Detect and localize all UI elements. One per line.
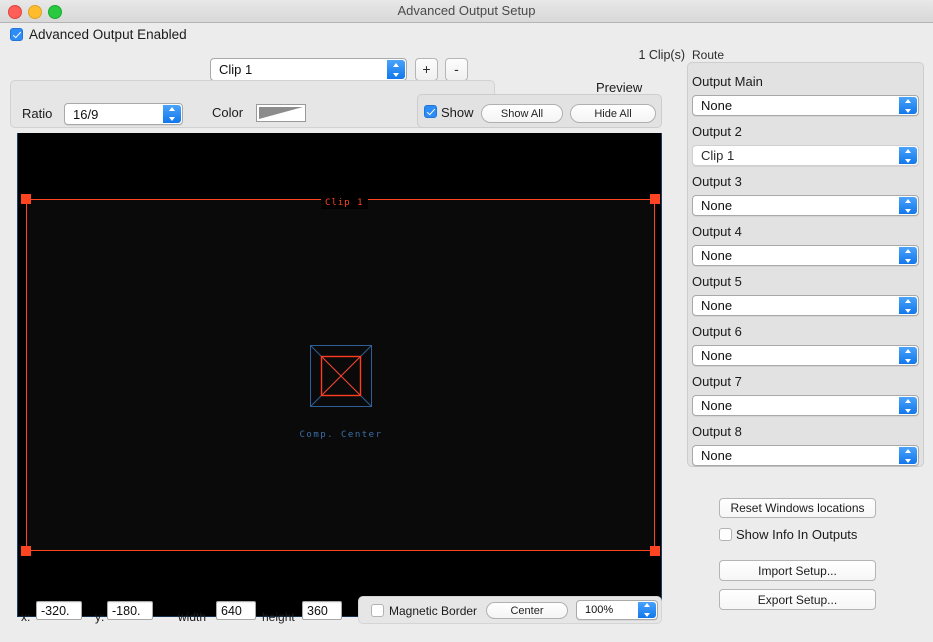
route-output-selector[interactable]: None	[692, 95, 919, 116]
advanced-output-enabled-label: Advanced Output Enabled	[29, 26, 187, 42]
chevron-updown-icon[interactable]	[387, 60, 405, 79]
route-output-value: None	[701, 298, 733, 313]
route-output-label: Output 5	[692, 274, 742, 289]
color-label: Color	[212, 105, 244, 120]
route-output-label: Output 6	[692, 324, 742, 339]
show-info-checkbox[interactable]	[719, 528, 732, 541]
clip-count-label: 1 Clip(s)	[638, 48, 685, 62]
route-output-value: None	[701, 448, 733, 463]
route-output-selector[interactable]: None	[692, 245, 919, 266]
x-input[interactable]: -320.	[36, 601, 82, 620]
center-button[interactable]: Center	[486, 602, 568, 619]
show-info-label: Show Info In Outputs	[736, 527, 858, 542]
color-swatch[interactable]	[256, 104, 306, 122]
comp-center-label: Comp. Center	[299, 430, 383, 440]
route-output-label: Output Main	[692, 74, 763, 89]
route-output-label: Output 3	[692, 174, 742, 189]
route-output-selector[interactable]: None	[692, 445, 919, 466]
height-input[interactable]: 360	[302, 601, 342, 620]
route-output-value: Clip 1	[701, 148, 735, 163]
x-label: x:	[21, 610, 31, 624]
route-output-label: Output 8	[692, 424, 742, 439]
chevron-updown-icon[interactable]	[899, 297, 917, 314]
remove-clip-button[interactable]: -	[445, 58, 468, 81]
ratio-value: 16/9	[73, 106, 99, 122]
reset-windows-button[interactable]: Reset Windows locations	[719, 498, 876, 518]
route-output-selector[interactable]: None	[692, 345, 919, 366]
chevron-updown-icon[interactable]	[638, 602, 656, 618]
advanced-output-setup-window: Advanced Output Setup Advanced Output En…	[0, 0, 933, 642]
preview-group-label: Preview	[596, 80, 643, 95]
route-output-selector[interactable]: None	[692, 395, 919, 416]
width-label: width	[178, 610, 207, 624]
route-output-label: Output 4	[692, 224, 742, 239]
zoom-value: 100%	[585, 603, 614, 616]
comp-center-crosshair-icon	[310, 345, 372, 407]
add-clip-button[interactable]: +	[415, 58, 438, 81]
resize-handle-top-left[interactable]	[21, 194, 31, 204]
export-setup-button[interactable]: Export Setup...	[719, 589, 876, 610]
ratio-selector[interactable]: 16/9	[64, 103, 183, 125]
route-output-selector[interactable]: None	[692, 195, 919, 216]
chevron-updown-icon[interactable]	[899, 447, 917, 464]
route-output-label: Output 7	[692, 374, 742, 389]
route-output-selector[interactable]: Clip 1	[692, 145, 919, 166]
advanced-output-enabled-checkbox[interactable]	[10, 27, 23, 41]
resize-handle-bottom-left[interactable]	[21, 546, 31, 556]
clip-tag-label: Clip 1	[321, 197, 368, 209]
chevron-updown-icon[interactable]	[899, 97, 917, 114]
hide-all-button[interactable]: Hide All	[570, 104, 656, 123]
route-output-value: None	[701, 198, 733, 213]
y-input[interactable]: -180.	[107, 601, 153, 620]
clip-selector-value: Clip 1	[219, 62, 253, 77]
chevron-updown-icon[interactable]	[899, 247, 917, 264]
preview-show-checkbox[interactable]	[424, 105, 437, 118]
route-group-label: Route	[692, 48, 725, 62]
import-setup-button[interactable]: Import Setup...	[719, 560, 876, 581]
chevron-updown-icon[interactable]	[899, 197, 917, 214]
route-output-label: Output 2	[692, 124, 742, 139]
y-label: y:	[95, 610, 105, 624]
preview-show-label: Show	[441, 105, 474, 120]
resize-handle-top-right[interactable]	[650, 194, 660, 204]
chevron-updown-icon[interactable]	[899, 147, 917, 164]
route-output-value: None	[701, 348, 733, 363]
route-output-value: None	[701, 98, 733, 113]
width-input[interactable]: 640	[216, 601, 256, 620]
route-output-value: None	[701, 248, 733, 263]
route-output-selector[interactable]: None	[692, 295, 919, 316]
chevron-updown-icon[interactable]	[899, 347, 917, 364]
magnetic-border-checkbox[interactable]	[371, 604, 384, 617]
clip-selector[interactable]: Clip 1	[210, 58, 407, 81]
height-label: height	[262, 610, 295, 624]
color-gradient-icon	[259, 107, 303, 119]
preview-canvas[interactable]: Clip 1 Comp. Center	[17, 133, 662, 617]
chevron-updown-icon[interactable]	[899, 397, 917, 414]
zoom-selector[interactable]: 100%	[576, 600, 658, 620]
route-output-value: None	[701, 398, 733, 413]
advanced-output-enabled-row[interactable]: Advanced Output Enabled	[10, 26, 187, 42]
chevron-updown-icon[interactable]	[163, 105, 181, 123]
show-all-button[interactable]: Show All	[481, 104, 563, 123]
magnetic-border-label: Magnetic Border	[389, 604, 478, 618]
resize-handle-bottom-right[interactable]	[650, 546, 660, 556]
window-body: Advanced Output Enabled 1 Clip(s) Clip 1…	[0, 22, 933, 642]
window-title: Advanced Output Setup	[397, 3, 536, 18]
ratio-label: Ratio	[22, 106, 53, 121]
title-bar: Advanced Output Setup	[0, 0, 933, 23]
comp-center-marker	[309, 344, 373, 408]
